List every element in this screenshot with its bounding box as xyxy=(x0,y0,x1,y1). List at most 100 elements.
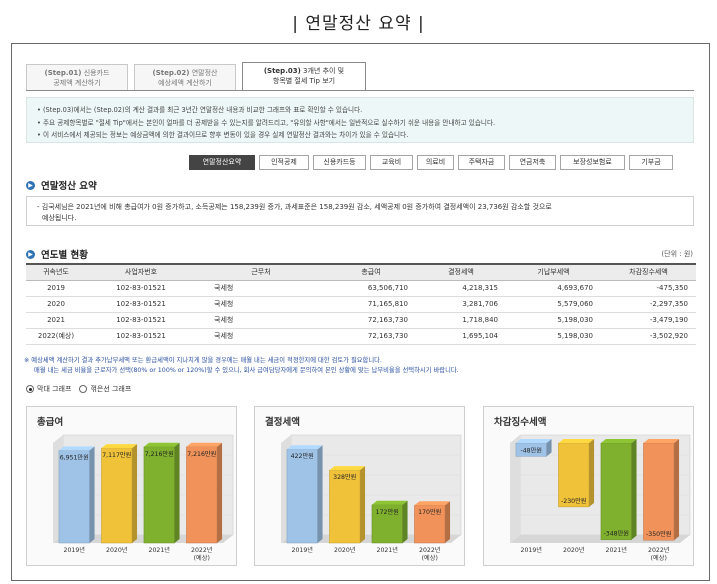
subtab-pension[interactable]: 연금저축 xyxy=(509,155,556,170)
page-title: | 연말정산 요약 | xyxy=(292,14,425,34)
chart-data-label: 422만원 xyxy=(291,452,315,460)
subtab-personal[interactable]: 인적공제 xyxy=(259,155,309,170)
line-chart-radio-label[interactable]: 꺾은선 그래프 xyxy=(90,384,131,394)
table-row: 2019 102-83-01521 국세청 63,506,710 4,218,3… xyxy=(26,280,696,297)
warning-line: 매월 내는 세금 비율을 근로자가 선택(80% or 100% or 120%… xyxy=(34,367,459,374)
chart-bar-front xyxy=(58,450,90,544)
cell-determined-tax: 1,695,104 xyxy=(416,328,506,345)
tab-step-text: 예상세액 계산하기 xyxy=(158,79,212,87)
cell-bizno: 102-83-01521 xyxy=(86,312,196,329)
chart-bar xyxy=(414,501,451,544)
notice-box: • (Step.03)에서는 (Step.02)의 계산 결과를 최근 3년간 … xyxy=(26,97,694,143)
chart-tick-label: 2019년 xyxy=(292,546,314,554)
category-tabs: 연말정산요약 인적공제 신용카드등 교육비 의료비 주택자금 연금저축 보장성보… xyxy=(189,155,677,170)
subtab-summary[interactable]: 연말정산요약 xyxy=(189,155,255,170)
notice-line: • 주요 공제항목별로 "절세 Tip"에서는 본인이 얼마를 더 공제받을 수… xyxy=(37,118,496,127)
table-header-row: 귀속년도 사업자번호 근무처 총급여 결정세액 기납부세액 차감징수세액 xyxy=(26,263,696,281)
tab-step-label: (Step.03) xyxy=(263,67,301,75)
cell-gross-pay: 71,165,810 xyxy=(326,296,416,313)
chart-tick-label: 2020년 xyxy=(106,546,128,554)
col-header: 결정세액 xyxy=(416,263,506,281)
chart-bar-side xyxy=(674,439,680,541)
subtab-insurance[interactable]: 보장성보험료 xyxy=(560,155,625,170)
bar-chart-radio[interactable] xyxy=(26,385,34,393)
arrow-bullet-icon: ▶ xyxy=(26,249,35,259)
chart-bar-top xyxy=(329,466,366,471)
chart-bar xyxy=(186,442,223,544)
cell-prepaid-tax: 4,693,670 xyxy=(506,280,601,297)
chart-determined-tax: 결정세액 422만원 2019년 328만원 2020년 172만원 2021년 170만원… xyxy=(254,406,465,566)
subtab-education[interactable]: 교육비 xyxy=(370,155,413,170)
chart-tick-label: 2019년 xyxy=(64,546,86,554)
tab-step-01[interactable]: (Step.01) 신용카드 공제액 계산하기 xyxy=(26,64,128,90)
chart-data-label: 172만원 xyxy=(376,508,400,516)
chart-data-label: 170만원 xyxy=(418,508,442,516)
cell-net-tax: -475,350 xyxy=(601,280,696,297)
chart-svg: 422만원 2019년 328만원 2020년 172만원 2021년 170만원 2022년… xyxy=(281,434,462,562)
summary-heading-text: 연말정산 요약 xyxy=(41,181,97,192)
chart-tick-label: (예상) xyxy=(651,554,667,562)
line-chart-radio[interactable] xyxy=(79,385,88,393)
col-header: 총급여 xyxy=(326,263,416,281)
tab-step-03[interactable]: (Step.03) 3개년 추이 및 항목별 절세 Tip 보기 xyxy=(242,62,366,90)
chart-data-label: -350만원 xyxy=(646,530,672,538)
chart-bar-top xyxy=(414,501,451,506)
cell-workplace: 국세청 xyxy=(196,328,326,345)
tab-step-text: 신용카드 xyxy=(81,69,110,77)
chart-bar xyxy=(371,500,408,544)
cell-determined-tax: 4,218,315 xyxy=(416,280,506,297)
cell-net-tax: -3,502,920 xyxy=(601,328,696,345)
chart-bar-top xyxy=(515,439,552,443)
chart-bar-top xyxy=(600,439,637,443)
chart-bar-side xyxy=(89,446,95,543)
subtab-housing[interactable]: 주택자금 xyxy=(458,155,505,170)
summary-box: - 김국세님은 2021년에 비해 총급여가 0원 증가하고, 소득공제는 15… xyxy=(26,196,694,226)
table-row: 2022(예상) 102-83-01521 국세청 72,163,730 1,6… xyxy=(26,328,696,345)
chart-bar-top xyxy=(143,442,180,447)
subtab-medical[interactable]: 의료비 xyxy=(417,155,454,170)
col-header: 차감징수세액 xyxy=(601,263,696,281)
subtab-credit-card[interactable]: 신용카드등 xyxy=(313,155,366,170)
chart-bar-front xyxy=(101,447,133,544)
cell-gross-pay: 72,163,730 xyxy=(326,328,416,345)
table-row: 2021 102-83-01521 국세청 72,163,730 1,718,8… xyxy=(26,312,696,329)
cell-bizno: 102-83-01521 xyxy=(86,328,196,345)
cell-workplace: 국세청 xyxy=(196,312,326,329)
chart-svg: 6,951만원 2019년 7,117만원 2020년 7,216만원 2021년 7,21… xyxy=(53,434,234,562)
chart-bar-front xyxy=(286,448,318,544)
yearly-table: 귀속년도 사업자번호 근무처 총급여 결정세액 기납부세액 차감징수세액 201… xyxy=(26,263,696,345)
tab-step-text: 항목별 절세 Tip 보기 xyxy=(272,77,336,85)
bar-chart-radio-label[interactable]: 막대 그래프 xyxy=(37,384,71,394)
cell-determined-tax: 1,718,840 xyxy=(416,312,506,329)
chart-tick-label: 2020년 xyxy=(563,546,585,554)
cell-prepaid-tax: 5,198,030 xyxy=(506,328,601,345)
chart-bar-side xyxy=(589,439,595,507)
chart-bar-top xyxy=(286,445,323,450)
chart-data-label: 6,951만원 xyxy=(60,453,89,461)
col-header: 기납부세액 xyxy=(506,263,601,281)
chart-bar-front xyxy=(643,442,675,541)
chart-data-label: 7,216만원 xyxy=(145,450,174,458)
warning-note: ※ 예상세액 계산하기 결과 추가납부세액 또는 환급세액이 지나치게 많을 경… xyxy=(24,356,704,376)
table-row: 2020 102-83-01521 국세청 71,165,810 3,281,7… xyxy=(26,296,696,313)
tab-step-text: 연말정산 xyxy=(189,69,218,77)
chart-bar xyxy=(600,439,637,540)
summary-frame: (Step.01) 신용카드 공제액 계산하기 (Step.02) 연말정산 예… xyxy=(11,43,710,581)
subtab-donation[interactable]: 기부금 xyxy=(629,155,673,170)
arrow-bullet-icon: ▶ xyxy=(26,180,35,190)
summary-heading: ▶ 연말정산 요약 xyxy=(26,178,97,192)
chart-net-tax: 차감징수세액 -48만원 2019년 -230만원 2020년 -348만원 2021년 -… xyxy=(483,406,694,566)
chart-bar-top xyxy=(558,439,595,443)
cell-gross-pay: 72,163,730 xyxy=(326,312,416,329)
cell-year: 2019 xyxy=(26,280,86,297)
notice-line: • 이 서비스에서 제공되는 정보는 예상금액에 의한 결과이므로 향후 변동이… xyxy=(37,131,409,139)
yearly-heading: ▶ 연도별 현황 xyxy=(26,247,88,261)
tab-step-text: 3개년 추이 및 xyxy=(300,67,345,75)
tab-step-02[interactable]: (Step.02) 연말정산 예상세액 계산하기 xyxy=(134,64,236,90)
chart-bar-top xyxy=(186,442,223,447)
step-tabs: (Step.01) 신용카드 공제액 계산하기 (Step.02) 연말정산 예… xyxy=(26,62,372,90)
cell-bizno: 102-83-01521 xyxy=(86,296,196,313)
chart-bar-side xyxy=(132,444,138,543)
chart-data-label: 7,216만원 xyxy=(187,450,216,458)
chart-type-toggle: 막대 그래프 꺾은선 그래프 xyxy=(26,384,139,394)
